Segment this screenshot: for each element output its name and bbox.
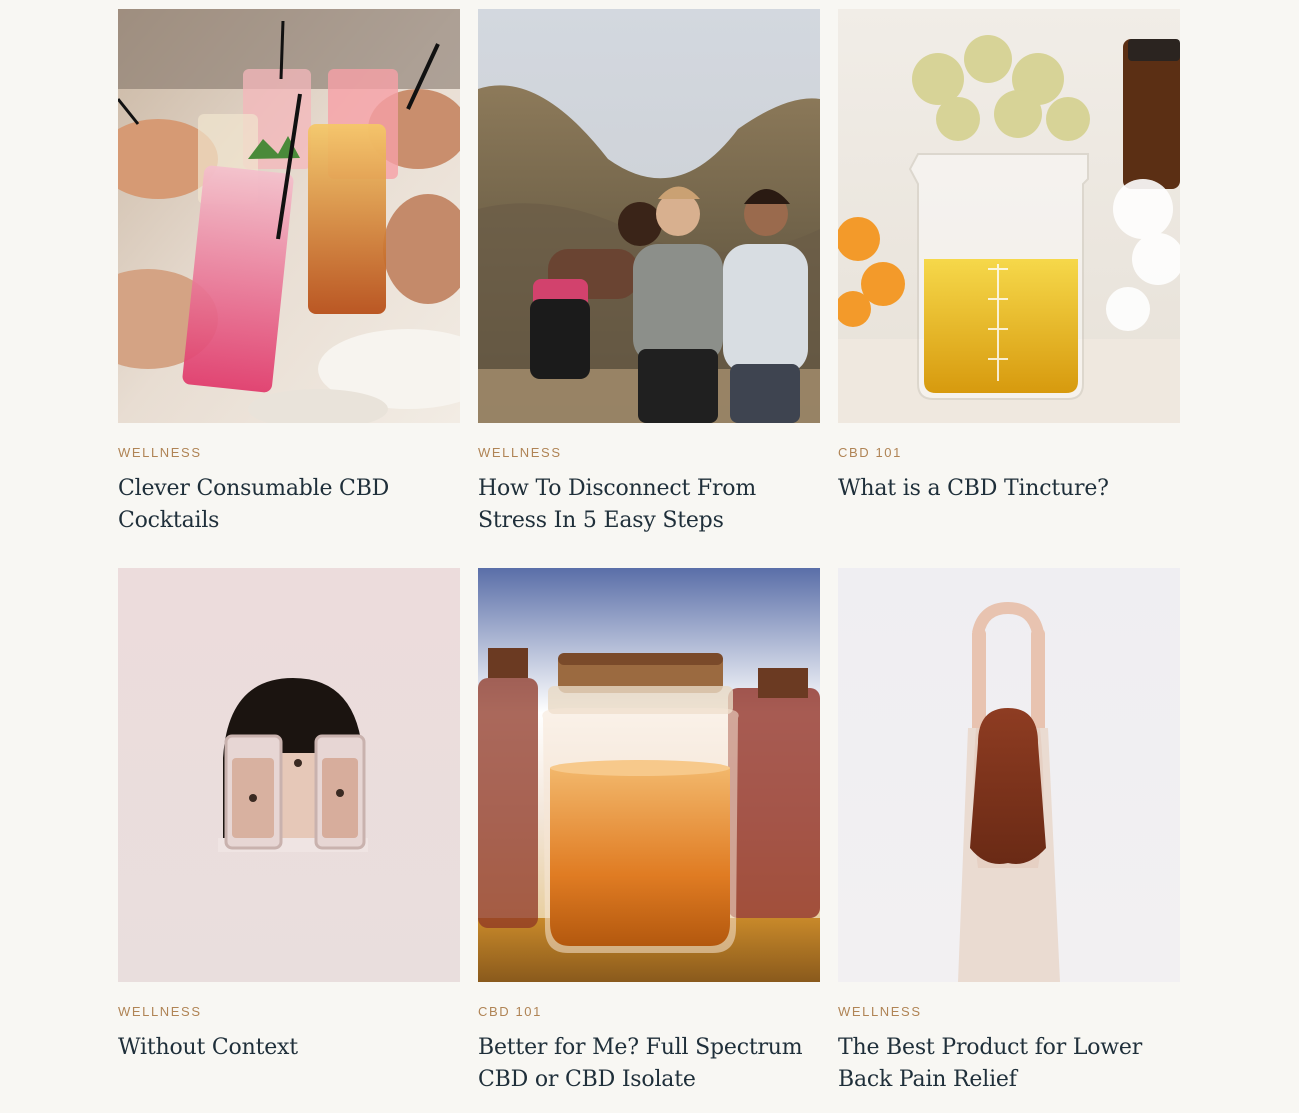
article-card[interactable]: WELLNESS Clever Consumable CBD Cocktails [118, 9, 460, 537]
article-category[interactable]: WELLNESS [118, 1004, 460, 1020]
article-title[interactable]: Better for Me? Full Spectrum CBD or CBD … [478, 1032, 820, 1096]
article-card[interactable]: CBD 101 Better for Me? Full Spectrum CBD… [478, 568, 820, 1096]
cork-jar-honey-photo[interactable] [478, 568, 820, 982]
article-grid: WELLNESS Clever Consumable CBD Cocktails [0, 0, 1299, 1113]
article-title[interactable]: What is a CBD Tincture? [838, 473, 1180, 505]
woman-behind-glasses-photo[interactable] [118, 568, 460, 982]
beaker-oil-flowers-photo[interactable] [838, 9, 1180, 423]
article-card[interactable]: WELLNESS The Best Product for Lower Back… [838, 568, 1180, 1096]
cocktails-toast-photo[interactable] [118, 9, 460, 423]
article-title[interactable]: Clever Consumable CBD Cocktails [118, 473, 460, 537]
article-category[interactable]: WELLNESS [118, 445, 460, 461]
article-category[interactable]: CBD 101 [838, 445, 1180, 461]
friends-hiking-photo[interactable] [478, 9, 820, 423]
woman-stretching-photo[interactable] [838, 568, 1180, 982]
article-card[interactable]: WELLNESS Without Context [118, 568, 460, 1064]
article-category[interactable]: WELLNESS [838, 1004, 1180, 1020]
article-title[interactable]: How To Disconnect From Stress In 5 Easy … [478, 473, 820, 537]
article-card[interactable]: CBD 101 What is a CBD Tincture? [838, 9, 1180, 505]
article-title[interactable]: Without Context [118, 1032, 460, 1064]
article-category[interactable]: WELLNESS [478, 445, 820, 461]
article-card[interactable]: WELLNESS How To Disconnect From Stress I… [478, 9, 820, 537]
article-title[interactable]: The Best Product for Lower Back Pain Rel… [838, 1032, 1180, 1096]
article-category[interactable]: CBD 101 [478, 1004, 820, 1020]
